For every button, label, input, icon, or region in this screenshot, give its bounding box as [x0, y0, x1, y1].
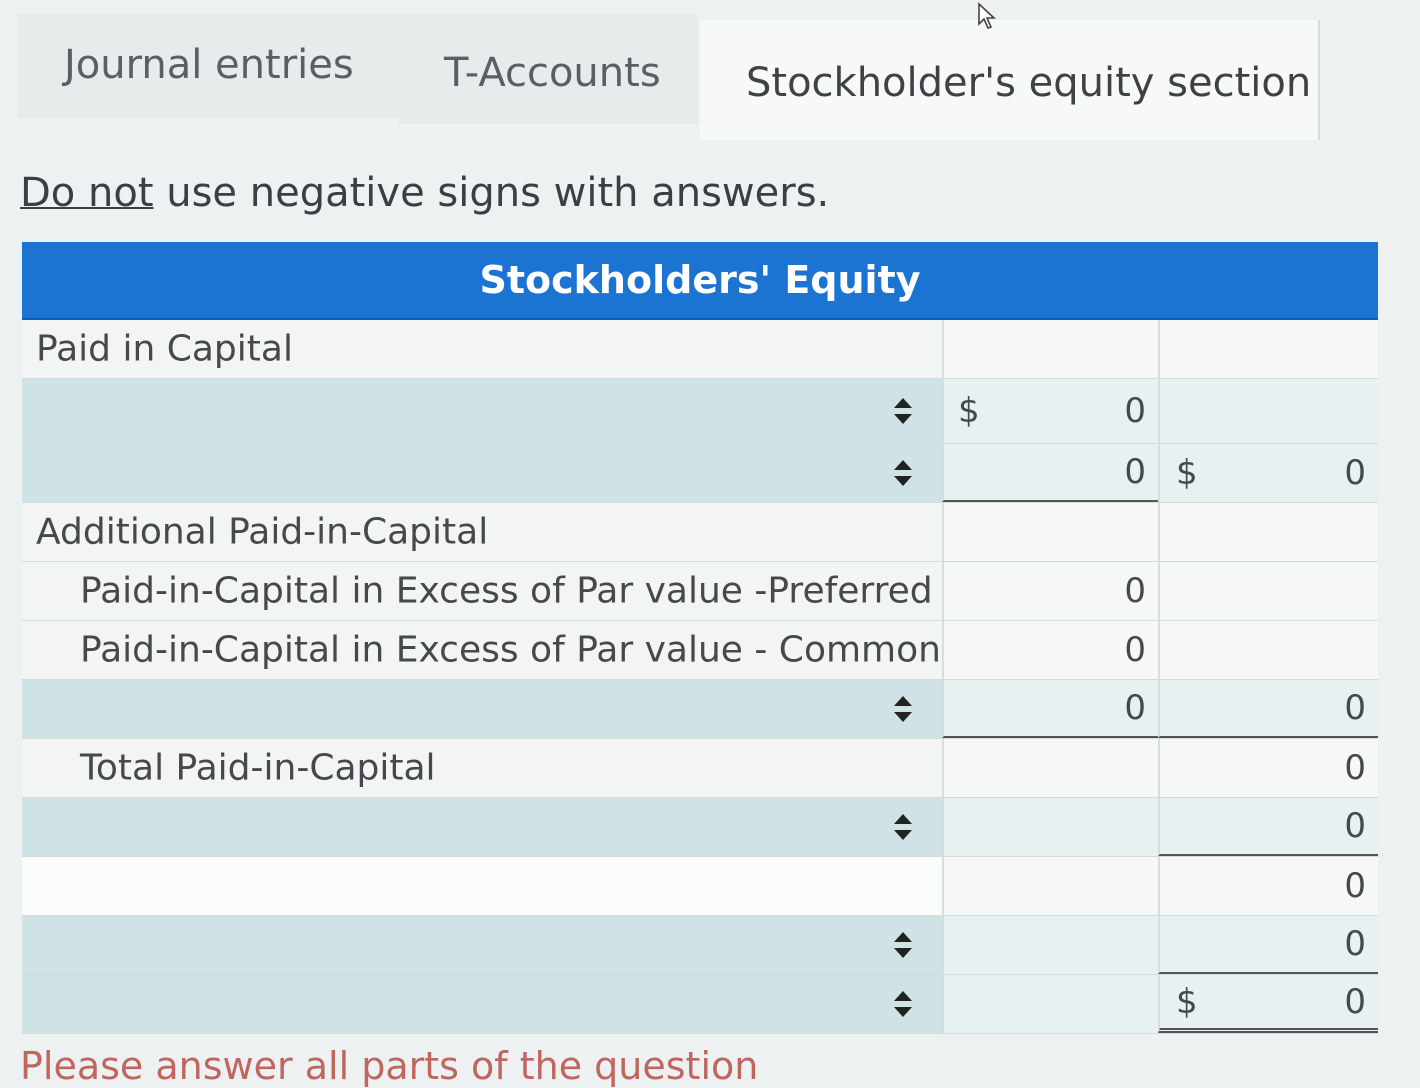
- table-row: $0: [22, 975, 1378, 1034]
- amount-cell-2[interactable]: [1158, 503, 1378, 561]
- tab-t-accounts[interactable]: T-Accounts: [398, 14, 698, 124]
- amount-cell-1[interactable]: $0: [942, 379, 1158, 443]
- up-down-arrows-icon[interactable]: [892, 930, 914, 960]
- amount-cell-1[interactable]: [942, 739, 1158, 797]
- table-row: $0: [22, 379, 1378, 444]
- amount-cell-2[interactable]: [1158, 621, 1378, 679]
- amount-cell-1[interactable]: [942, 798, 1158, 856]
- up-down-arrows-icon[interactable]: [892, 694, 914, 724]
- tab-label: T-Accounts: [444, 50, 661, 96]
- amount-cell-1[interactable]: [942, 916, 1158, 974]
- table-row: Paid-in-Capital in Excess of Par value -…: [22, 621, 1378, 680]
- table-row: Paid in Capital: [22, 320, 1378, 379]
- account-select[interactable]: [22, 680, 942, 738]
- mouse-pointer-icon: [978, 2, 997, 29]
- table-title: Stockholders' Equity: [22, 242, 1378, 320]
- amount-cell-2[interactable]: 0: [1158, 680, 1378, 738]
- tab-journal-entries[interactable]: Journal entries: [18, 14, 398, 118]
- account-select[interactable]: [22, 379, 942, 443]
- stockholders-equity-table: Stockholders' Equity Paid in Capital $0 …: [22, 242, 1378, 1034]
- amount-cell-2[interactable]: [1158, 320, 1378, 378]
- row-label: Paid in Capital: [22, 320, 942, 378]
- instruction-rest: use negative signs with answers.: [153, 170, 830, 216]
- amount-cell-2[interactable]: 0: [1158, 857, 1378, 915]
- table-row: Total Paid-in-Capital 0: [22, 739, 1378, 798]
- account-select[interactable]: [22, 798, 942, 856]
- instruction-text: Do not use negative signs with answers.: [20, 170, 829, 216]
- tab-label: Journal entries: [64, 42, 354, 88]
- footer-note: Please answer all parts of the question: [20, 1044, 759, 1088]
- up-down-arrows-icon[interactable]: [892, 458, 914, 488]
- table-row: 0: [22, 798, 1378, 857]
- amount-cell-1[interactable]: 0: [942, 444, 1158, 502]
- row-label: [22, 857, 942, 915]
- row-label: Paid-in-Capital in Excess of Par value -…: [22, 621, 942, 679]
- amount-cell-2[interactable]: [1158, 562, 1378, 620]
- row-label: Paid-in-Capital in Excess of Par value -…: [22, 562, 942, 620]
- account-select[interactable]: [22, 975, 942, 1033]
- table-row: Additional Paid-in-Capital: [22, 503, 1378, 562]
- amount-cell-1[interactable]: 0: [942, 680, 1158, 738]
- amount-cell-2[interactable]: 0: [1158, 739, 1378, 797]
- amount-cell-2[interactable]: [1158, 379, 1378, 443]
- table-row: 0 0: [22, 680, 1378, 739]
- amount-cell-2[interactable]: 0: [1158, 916, 1378, 974]
- amount-cell-1[interactable]: 0: [942, 621, 1158, 679]
- table-row: 0: [22, 916, 1378, 975]
- amount-cell-1[interactable]: [942, 857, 1158, 915]
- account-select[interactable]: [22, 444, 942, 502]
- account-select[interactable]: [22, 916, 942, 974]
- amount-cell-1[interactable]: [942, 975, 1158, 1033]
- table-row: Paid-in-Capital in Excess of Par value -…: [22, 562, 1378, 621]
- amount-cell-2[interactable]: $0: [1158, 975, 1378, 1033]
- row-label: Total Paid-in-Capital: [22, 739, 942, 797]
- up-down-arrows-icon[interactable]: [892, 989, 914, 1019]
- up-down-arrows-icon[interactable]: [892, 396, 914, 426]
- tab-bar: Journal entries T-Accounts Stockholder's…: [18, 14, 1320, 140]
- tab-label: Stockholder's equity section: [746, 60, 1312, 106]
- amount-cell-2[interactable]: $0: [1158, 444, 1378, 502]
- row-label: Additional Paid-in-Capital: [22, 503, 942, 561]
- table-row: 0: [22, 857, 1378, 916]
- instruction-emphasis: Do not: [20, 170, 154, 216]
- amount-cell-2[interactable]: 0: [1158, 798, 1378, 856]
- table-row: 0 $0: [22, 444, 1378, 503]
- amount-cell-1[interactable]: [942, 320, 1158, 378]
- amount-cell-1[interactable]: 0: [942, 562, 1158, 620]
- amount-cell-1[interactable]: [942, 503, 1158, 561]
- up-down-arrows-icon[interactable]: [892, 812, 914, 842]
- tab-stockholders-equity[interactable]: Stockholder's equity section: [700, 20, 1320, 140]
